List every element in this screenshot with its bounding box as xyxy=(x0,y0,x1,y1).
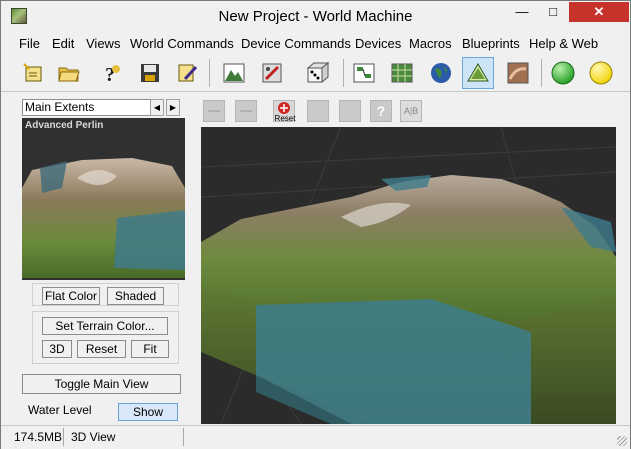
globe-icon[interactable] xyxy=(425,57,457,89)
menu-file[interactable]: File xyxy=(19,36,40,51)
menu-devices[interactable]: Devices xyxy=(355,36,401,51)
terrain-3d-render xyxy=(201,127,616,424)
menu-help-web[interactable]: Help & Web xyxy=(529,36,598,51)
view-tool-disabled-2-icon xyxy=(235,100,257,122)
status-divider xyxy=(63,428,64,446)
device-preview[interactable]: Advanced Perlin xyxy=(22,118,185,280)
status-bar: 174.5MB 3D View xyxy=(1,425,630,449)
view-tool-disabled-3-icon xyxy=(307,100,329,122)
menu-device-commands[interactable]: Device Commands xyxy=(241,36,351,51)
terrain-render-icon[interactable] xyxy=(218,57,250,89)
toolbar-separator xyxy=(209,59,210,87)
preview-terrain-image xyxy=(22,158,185,278)
set-terrain-color-button[interactable]: Set Terrain Color... xyxy=(42,317,168,335)
next-extent-arrow-icon[interactable]: ▶ xyxy=(166,99,180,116)
shaded-button[interactable]: Shaded xyxy=(107,287,164,305)
3d-view-icon[interactable] xyxy=(462,57,494,89)
flat-color-button[interactable]: Flat Color xyxy=(42,287,100,305)
menu-views[interactable]: Views xyxy=(86,36,120,51)
save-disk-icon[interactable] xyxy=(134,57,166,89)
toolbar-separator xyxy=(541,59,542,87)
title-bar: New Project - World Machine — □ ✕ xyxy=(1,1,630,31)
app-window: New Project - World Machine — □ ✕ File E… xyxy=(0,0,631,449)
close-button[interactable]: ✕ xyxy=(569,2,629,22)
preview-device-name: Advanced Perlin xyxy=(25,120,104,131)
view-reset-button[interactable]: Reset xyxy=(273,100,296,123)
maximize-button[interactable]: □ xyxy=(539,2,567,22)
open-folder-icon[interactable] xyxy=(53,57,85,89)
view-tool-disabled-1-icon xyxy=(203,100,225,122)
view-help-button[interactable]: ? xyxy=(370,100,392,122)
menu-macros[interactable]: Macros xyxy=(409,36,452,51)
current-view-mode: 3D View xyxy=(71,430,116,444)
left-panel: Main Extents ◀ ▶ Advanced Perlin Flat Co… xyxy=(15,97,187,424)
device-settings-icon[interactable] xyxy=(256,57,288,89)
layout-view-icon[interactable] xyxy=(386,57,418,89)
view-reset-label: Reset xyxy=(274,114,296,123)
3d-button[interactable]: 3D xyxy=(42,340,72,358)
texture-view-icon[interactable] xyxy=(502,57,534,89)
prev-extent-arrow-icon[interactable]: ◀ xyxy=(150,99,164,116)
wand-icon[interactable] xyxy=(171,57,203,89)
status-divider xyxy=(183,428,184,446)
menu-world-commands[interactable]: World Commands xyxy=(130,36,234,51)
minimize-button[interactable]: — xyxy=(508,2,536,22)
memory-usage: 174.5MB xyxy=(14,430,63,444)
main-toolbar: ? xyxy=(1,54,630,92)
water-level-label: Water Level xyxy=(28,403,92,417)
green-build-icon[interactable] xyxy=(547,57,579,89)
menu-bar: File Edit Views World Commands Device Co… xyxy=(1,32,630,54)
resize-grip-icon[interactable] xyxy=(617,436,627,446)
view-tool-disabled-4-icon xyxy=(339,100,361,122)
3d-viewport[interactable] xyxy=(201,127,616,424)
view-toolbar: Reset ? A|B xyxy=(201,97,616,125)
menu-blueprints[interactable]: Blueprints xyxy=(462,36,520,51)
help-question-icon[interactable]: ? xyxy=(95,57,127,89)
reset-button[interactable]: Reset xyxy=(77,340,126,358)
yellow-build-icon[interactable] xyxy=(585,57,617,89)
new-project-icon[interactable] xyxy=(17,57,49,89)
menu-edit[interactable]: Edit xyxy=(52,36,74,51)
toggle-main-view-button[interactable]: Toggle Main View xyxy=(22,374,181,394)
dice-icon[interactable] xyxy=(301,57,333,89)
device-workview-icon[interactable] xyxy=(348,57,380,89)
fit-button[interactable]: Fit xyxy=(131,340,169,358)
ab-compare-button[interactable]: A|B xyxy=(400,100,422,122)
toolbar-separator xyxy=(343,59,344,87)
extents-dropdown[interactable]: Main Extents xyxy=(22,99,160,116)
water-show-button[interactable]: Show xyxy=(118,403,178,421)
